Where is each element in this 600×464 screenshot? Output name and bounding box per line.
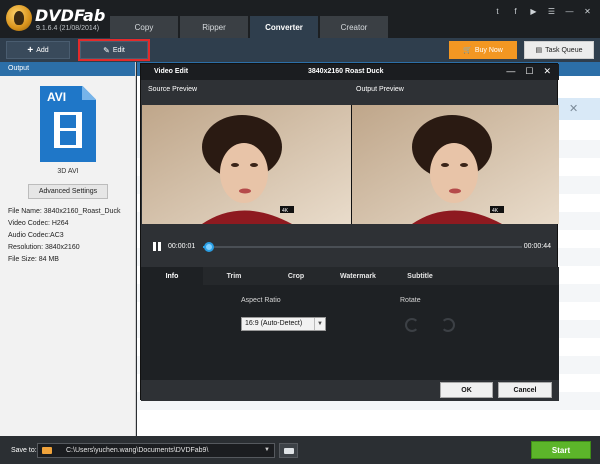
edit-icon: ✎ — [103, 45, 110, 55]
brand-name: DVDFab — [35, 6, 106, 25]
folder-icon — [42, 447, 52, 454]
edit-tabs: Info Trim Crop Watermark Subtitle — [141, 267, 559, 285]
svg-text:4K: 4K — [282, 208, 289, 214]
version-label: 9.1.6.4 (21/08/2014) — [36, 25, 100, 32]
start-button[interactable]: Start — [531, 441, 591, 459]
save-to-label: Save to: — [11, 447, 37, 454]
edit-button[interactable]: ✎ Edit — [78, 39, 150, 61]
minimize-icon[interactable]: — — [565, 7, 574, 16]
close-icon[interactable]: ✕ — [583, 7, 592, 16]
rotate-right-icon[interactable] — [441, 318, 455, 332]
file-size: File Size: 84 MB — [8, 256, 59, 263]
save-path-value: C:\Users\yuchen.wang\Documents\DVDFab9\ — [66, 447, 209, 454]
tab-ripper[interactable]: Ripper — [180, 16, 248, 38]
total-time: 00:00:44 — [523, 243, 551, 250]
tab-copy[interactable]: Copy — [110, 16, 178, 38]
app-header: DVDFab 9.1.6.4 (21/08/2014) Copy Ripper … — [0, 0, 600, 38]
cart-icon: 🛒 — [463, 47, 472, 54]
film-icon — [54, 112, 82, 148]
tab-trim[interactable]: Trim — [203, 267, 265, 285]
tab-subtitle[interactable]: Subtitle — [389, 267, 451, 285]
aspect-ratio-label: Aspect Ratio — [241, 297, 281, 304]
toolbar: + Add ✎ Edit 🛒 Buy Now ▤ Task Queue — [0, 38, 600, 62]
dialog-footer: OK Cancel — [141, 380, 559, 401]
dialog-title: Video Edit — [154, 68, 189, 75]
selected-task-row[interactable] — [557, 98, 600, 120]
seek-bar[interactable] — [203, 246, 522, 248]
tab-info[interactable]: Info — [141, 267, 203, 285]
seek-handle[interactable] — [204, 242, 214, 252]
aspect-ratio-value: 16:9 (Auto-Detect) — [245, 320, 303, 327]
browse-folder-button[interactable] — [279, 443, 298, 458]
rotate-left-icon[interactable] — [405, 318, 419, 332]
youtube-icon[interactable]: ▶ — [529, 7, 538, 16]
output-header: Output — [0, 62, 135, 76]
main-tabs: Copy Ripper Converter Creator — [110, 16, 390, 38]
chevron-down-icon: ▼ — [264, 447, 270, 453]
close-icon[interactable]: ✕ — [543, 66, 551, 77]
svg-text:4K: 4K — [492, 208, 499, 214]
audio-codec: Audio Codec:AC3 — [8, 232, 64, 239]
file-name: File Name: 3840x2160_Roast_Duck — [8, 208, 121, 215]
avi-file-icon[interactable]: AVI — [40, 86, 96, 162]
file-info: File Name: 3840x2160_Roast_Duck Video Co… — [8, 206, 120, 266]
maximize-icon[interactable]: ☐ — [525, 66, 533, 77]
advanced-settings-button[interactable]: Advanced Settings — [28, 184, 108, 199]
remove-task-icon[interactable]: ✕ — [569, 102, 578, 115]
facebook-icon[interactable]: f — [511, 7, 520, 16]
aspect-ratio-select[interactable]: 16:9 (Auto-Detect) ▼ — [241, 317, 326, 331]
source-preview-label: Source Preview — [148, 86, 198, 93]
tab-converter[interactable]: Converter — [250, 16, 318, 38]
output-preview[interactable]: 4K — [352, 105, 561, 224]
feedback-icon[interactable]: ☰ — [547, 7, 556, 16]
task-queue-button[interactable]: ▤ Task Queue — [524, 41, 594, 59]
tab-creator[interactable]: Creator — [320, 16, 388, 38]
source-preview-image: 4K — [142, 105, 351, 224]
pause-icon[interactable] — [152, 242, 162, 251]
window-controls: t f ▶ ☰ — ✕ — [493, 7, 592, 16]
add-button[interactable]: + Add — [6, 41, 70, 59]
rotate-label: Rotate — [400, 297, 421, 304]
format-label: 3D AVI — [57, 168, 79, 175]
add-button-label: Add — [36, 46, 49, 54]
task-queue-label: Task Queue — [545, 46, 583, 54]
minimize-icon[interactable]: — — [506, 66, 515, 77]
plus-icon: + — [27, 44, 34, 56]
current-time: 00:00:01 — [168, 243, 196, 250]
ok-button[interactable]: OK — [440, 382, 493, 398]
twitter-icon[interactable]: t — [493, 7, 502, 16]
dialog-file-title: 3840x2160 Roast Duck — [308, 68, 384, 75]
info-panel: Aspect Ratio Rotate 16:9 (Auto-Detect) ▼ — [141, 285, 559, 380]
video-codec: Video Codec: H264 — [8, 220, 69, 227]
tab-crop[interactable]: Crop — [265, 267, 327, 285]
dvdfab-logo-icon — [6, 5, 32, 31]
queue-icon: ▤ — [535, 47, 543, 54]
resolution: Resolution: 3840x2160 — [8, 244, 80, 251]
cancel-button[interactable]: Cancel — [498, 382, 552, 398]
chevron-down-icon: ▼ — [314, 318, 325, 330]
tab-watermark[interactable]: Watermark — [327, 267, 389, 285]
video-edit-dialog: Video Edit 3840x2160 Roast Duck — ☐ ✕ So… — [140, 63, 561, 401]
dialog-window-controls: — ☐ ✕ — [506, 66, 551, 77]
source-preview[interactable]: 4K — [142, 105, 351, 224]
playback-controls: 00:00:01 00:00:44 — [141, 239, 559, 255]
file-fold — [82, 86, 96, 100]
buy-now-button[interactable]: 🛒 Buy Now — [449, 41, 517, 59]
output-preview-image: 4K — [352, 105, 559, 224]
bottom-bar: Save to: C:\Users\yuchen.wang\Documents\… — [0, 436, 600, 464]
output-panel: Output AVI 3D AVI Advanced Settings File… — [0, 62, 136, 436]
dialog-titlebar[interactable]: Video Edit 3840x2160 Roast Duck — ☐ ✕ — [141, 64, 559, 80]
file-extension: AVI — [47, 90, 67, 104]
edit-button-label: Edit — [112, 46, 125, 54]
output-preview-label: Output Preview — [356, 86, 404, 93]
buy-now-label: Buy Now — [474, 46, 503, 54]
save-path-select[interactable]: C:\Users\yuchen.wang\Documents\DVDFab9\ … — [37, 443, 275, 458]
